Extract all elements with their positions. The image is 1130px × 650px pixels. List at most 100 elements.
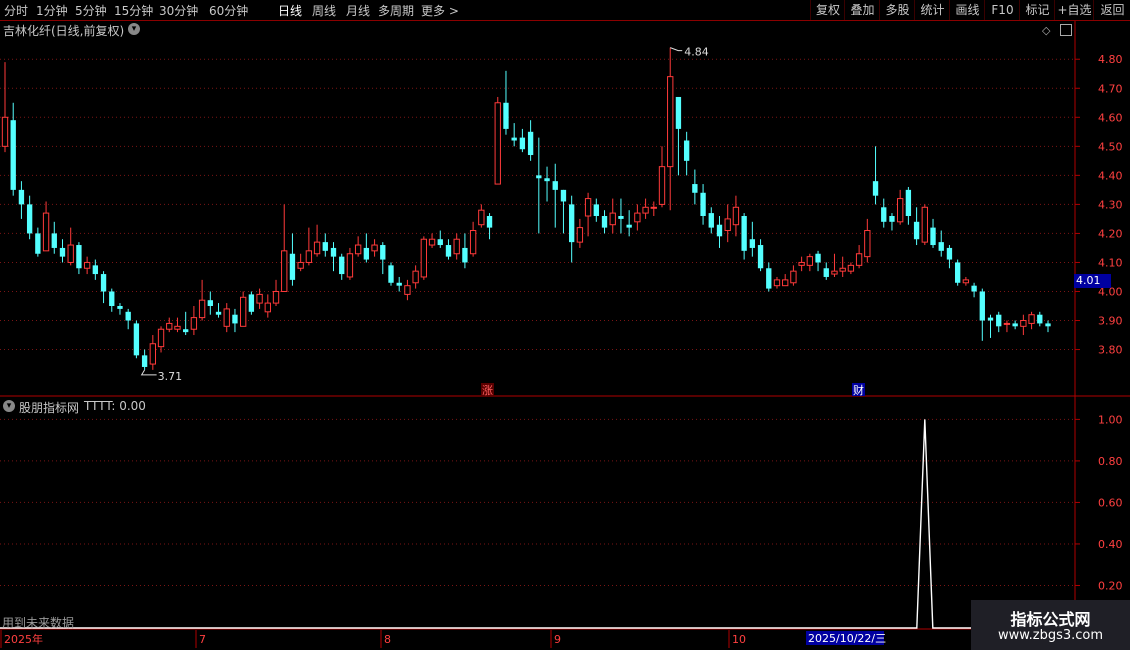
toolbar-button-0[interactable]: 复权 xyxy=(810,0,845,20)
period-7[interactable]: 周线 xyxy=(312,2,336,19)
chart-canvas: 3.803.904.004.104.204.304.404.504.604.70… xyxy=(0,21,1130,650)
candle-body xyxy=(109,291,115,306)
candle-body xyxy=(239,296,247,327)
candle-body xyxy=(281,250,288,292)
candle-body xyxy=(256,293,263,304)
stock-title: 吉林化纤(日线,前复权) xyxy=(3,24,125,38)
candle-body xyxy=(897,198,904,223)
candle-body xyxy=(232,314,238,324)
candle-body xyxy=(166,322,173,330)
price-tick-label: 4.10 xyxy=(1098,256,1123,269)
candle-body xyxy=(576,227,584,243)
candle-body xyxy=(420,238,428,278)
period-8[interactable]: 月线 xyxy=(346,2,370,19)
candle-body xyxy=(839,267,846,272)
candle-body xyxy=(881,207,887,222)
candle-body xyxy=(987,317,994,321)
candle-body xyxy=(962,279,970,284)
candle-body xyxy=(198,299,206,319)
date-tick-label: 8 xyxy=(384,633,391,646)
chevron-down-icon[interactable]: ▾ xyxy=(128,23,140,35)
candle-body xyxy=(618,216,624,219)
candle-body xyxy=(494,102,501,185)
toolbar-button-7[interactable]: +自选 xyxy=(1054,0,1094,20)
toolbar-button-1[interactable]: 叠加 xyxy=(844,0,880,20)
candle-body xyxy=(593,204,599,216)
candle-body xyxy=(708,213,714,228)
candle-body xyxy=(749,239,756,248)
toolbar-button-3[interactable]: 统计 xyxy=(914,0,950,20)
period-1[interactable]: 1分钟 xyxy=(36,2,68,19)
event-cai-badge xyxy=(852,383,865,396)
period-3[interactable]: 15分钟 xyxy=(114,2,153,19)
price-tick-label: 4.70 xyxy=(1098,82,1123,95)
date-cursor-label: 2025/10/22/三 xyxy=(808,632,886,645)
period-toolbar: 分时 1分钟 5分钟 15分钟 30分钟 60分钟 日线 周线 月线 多周期 更多 > 复权 叠加 多股统… xyxy=(0,0,1130,20)
candle-body xyxy=(1020,320,1027,327)
candle-body xyxy=(790,270,797,284)
candle-body xyxy=(634,212,641,223)
toolbar-button-4[interactable]: 画线 xyxy=(949,0,985,20)
toolbar-button-6[interactable]: 标记 xyxy=(1019,0,1055,20)
candle-body xyxy=(815,253,821,263)
toolbar-button-8[interactable]: 返回 xyxy=(1093,0,1130,20)
candle-body xyxy=(100,274,107,292)
candle-body xyxy=(675,96,682,129)
toolbar-button-2[interactable]: 多股 xyxy=(879,0,915,20)
price-tick-label: 4.30 xyxy=(1098,198,1123,211)
logo-url: www.zbgs3.com xyxy=(997,628,1104,643)
candle-body xyxy=(724,218,731,232)
period-0[interactable]: 分时 xyxy=(4,2,28,19)
candle-body xyxy=(1,116,9,147)
event-cai-label: 财 xyxy=(853,383,864,397)
candle-body xyxy=(35,233,41,254)
candle-body xyxy=(872,181,879,196)
panel-toggle-icon[interactable] xyxy=(1060,24,1072,36)
future-data-note: 用到未来数据 xyxy=(2,616,75,630)
candle-body xyxy=(658,166,666,205)
candle-body xyxy=(692,184,698,193)
date-tick-label: 7 xyxy=(199,633,206,646)
period-4[interactable]: 30分钟 xyxy=(159,2,198,19)
candle-body xyxy=(462,247,468,263)
period-5[interactable]: 60分钟 xyxy=(209,2,248,19)
low-marker-arrow xyxy=(140,369,157,376)
indicator-tick-label: 0.20 xyxy=(1098,579,1123,592)
toolbar-button-5[interactable]: F10 xyxy=(984,0,1020,20)
diamond-icon[interactable]: ◇ xyxy=(1042,24,1050,37)
period-2[interactable]: 5分钟 xyxy=(75,2,107,19)
candle-body xyxy=(1045,323,1051,327)
candle-body xyxy=(478,209,485,226)
candle-body xyxy=(732,206,740,226)
candle-body xyxy=(248,294,255,312)
candle-body xyxy=(339,256,345,275)
indicator-chevron-icon[interactable]: ▾ xyxy=(3,400,15,412)
price-tick-label: 3.80 xyxy=(1098,344,1123,357)
candle-body xyxy=(971,285,977,292)
price-tick-label: 4.20 xyxy=(1098,227,1123,240)
candle-body xyxy=(683,140,690,161)
price-tick-label: 3.90 xyxy=(1098,315,1123,328)
candle-body xyxy=(946,247,953,260)
candle-body xyxy=(215,311,222,315)
event-zhang-label: 涨 xyxy=(482,384,493,397)
candle-body xyxy=(42,212,50,252)
period-10[interactable]: 更多 > xyxy=(421,2,459,19)
candle-body xyxy=(371,244,378,252)
candle-body xyxy=(1003,322,1011,325)
candle-body xyxy=(117,306,123,309)
date-cursor-badge xyxy=(806,631,884,645)
tttt-line xyxy=(0,419,1073,629)
candle-body xyxy=(503,102,509,129)
candle-body xyxy=(716,224,723,237)
candle-body xyxy=(921,206,928,243)
candle-body xyxy=(642,206,649,214)
candle-body xyxy=(757,245,764,269)
period-9[interactable]: 多周期 xyxy=(378,2,414,19)
candle-body xyxy=(584,198,592,217)
candle-body xyxy=(519,137,526,150)
period-6[interactable]: 日线 xyxy=(278,2,302,19)
logo-title: 指标公式网 xyxy=(1010,610,1091,629)
candle-body xyxy=(979,291,985,321)
candle-body xyxy=(354,244,362,255)
